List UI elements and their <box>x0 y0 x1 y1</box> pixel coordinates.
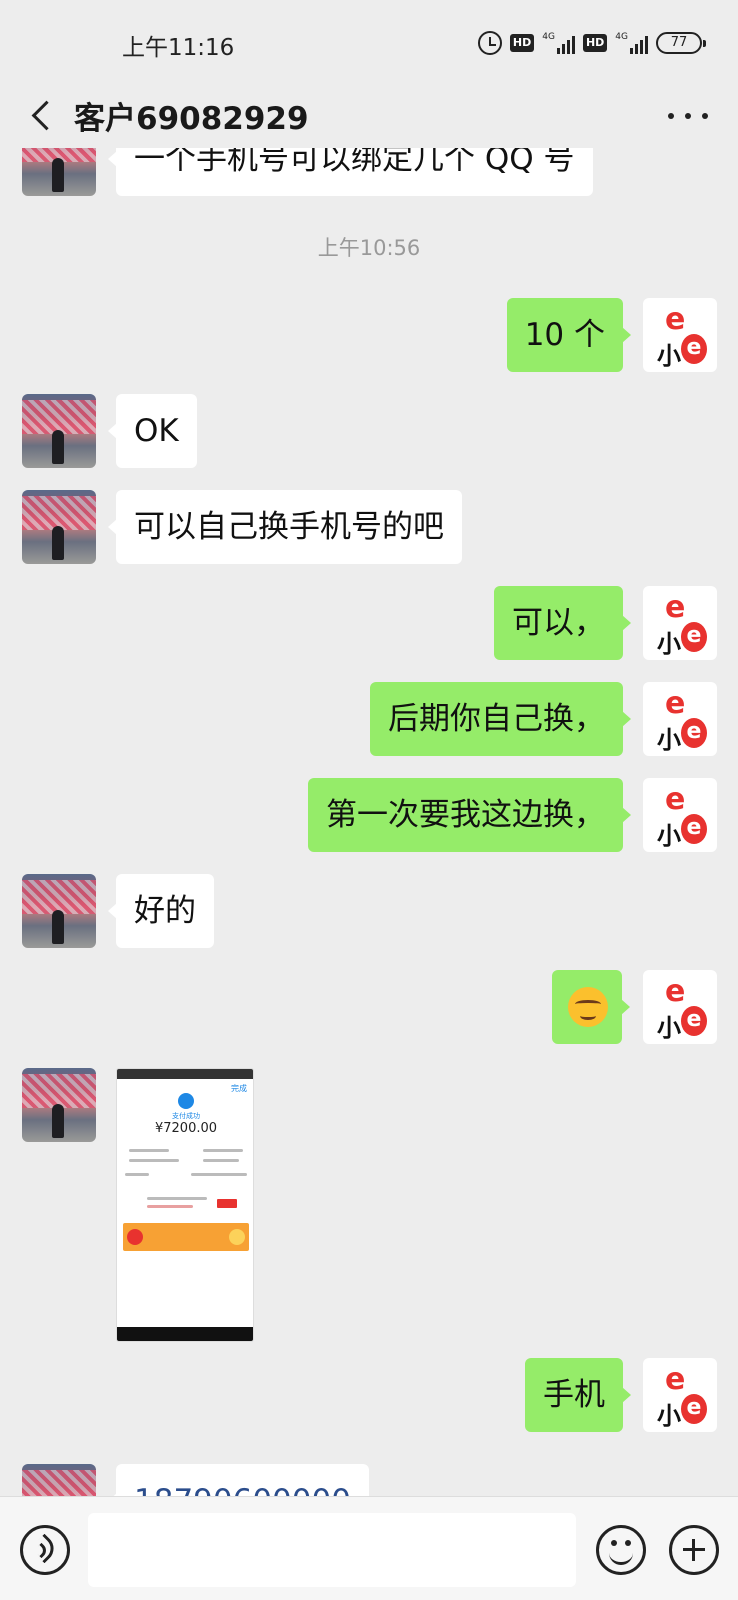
screenshot-status-text: 支付成功 <box>172 1112 200 1120</box>
self-avatar[interactable]: e 小 e <box>643 778 717 852</box>
self-avatar[interactable]: e 小 e <box>643 298 717 372</box>
hd-icon-2: HD <box>582 34 608 52</box>
message-list[interactable]: 一个手机号可以绑定几个 QQ 号 上午10:56 10 个 e 小 e OK 可… <box>0 148 738 1496</box>
screenshot-text-line <box>129 1149 169 1152</box>
contact-avatar[interactable] <box>22 1464 96 1496</box>
message-bubble-outgoing-emoji[interactable] <box>552 970 630 1044</box>
logo-letter-e-circle: e <box>681 1006 707 1036</box>
alipay-icon <box>178 1093 194 1109</box>
hd-icon: HD <box>509 34 535 52</box>
message-bubble-incoming[interactable]: 一个手机号可以绑定几个 QQ 号 <box>108 148 593 196</box>
screenshot-text-line <box>147 1205 193 1208</box>
contact-avatar[interactable] <box>22 1068 96 1142</box>
message-bubble-outgoing[interactable]: 手机 <box>525 1358 631 1432</box>
contact-avatar[interactable] <box>22 874 96 948</box>
contact-avatar[interactable] <box>22 394 96 468</box>
voice-input-icon[interactable] <box>20 1525 70 1575</box>
signal-icon-2: 4G <box>615 32 648 54</box>
logo-letter-e: e <box>665 686 686 721</box>
back-arrow-icon[interactable] <box>24 96 64 136</box>
logo-letter-e-circle: e <box>681 814 707 844</box>
contact-avatar[interactable] <box>22 148 96 196</box>
logo-letter-e-circle: e <box>681 718 707 748</box>
screenshot-red-button <box>217 1199 237 1208</box>
smirk-emoji-icon <box>568 987 608 1027</box>
screenshot-text-line <box>203 1159 239 1162</box>
logo-letter-e: e <box>665 782 686 817</box>
message-bubble-incoming[interactable]: 18790600000 <box>108 1464 369 1496</box>
screenshot-text-line <box>129 1159 179 1162</box>
alarm-icon <box>477 31 502 55</box>
message-timestamp: 上午10:56 <box>317 236 421 260</box>
screenshot-status-bar <box>117 1069 253 1079</box>
screenshot-banner <box>123 1223 249 1251</box>
network-type-label: 4G <box>542 32 555 42</box>
payment-amount: ¥7200.00 <box>154 1121 218 1136</box>
more-options-icon[interactable] <box>668 103 708 129</box>
screenshot-nav-bar <box>117 1327 253 1341</box>
message-input[interactable] <box>88 1513 576 1587</box>
logo-character: 小 <box>657 1402 681 1430</box>
emoji-picker-icon[interactable] <box>596 1525 646 1575</box>
signal-icon: 4G <box>542 32 575 54</box>
self-avatar[interactable]: e 小 e <box>643 586 717 660</box>
screenshot-text-line <box>147 1197 207 1200</box>
logo-letter-e: e <box>665 1362 686 1397</box>
status-icons: HD 4G HD 4G 77 <box>477 28 706 58</box>
message-bubble-incoming[interactable]: 可以自己换手机号的吧 <box>108 490 462 564</box>
screenshot-text-line <box>191 1173 247 1176</box>
message-bubble-incoming[interactable]: OK <box>108 394 197 468</box>
contact-avatar[interactable] <box>22 490 96 564</box>
more-actions-plus-icon[interactable] <box>669 1525 719 1575</box>
message-bubble-outgoing[interactable]: 可以， <box>494 586 631 660</box>
message-bubble-outgoing[interactable]: 第一次要我这边换， <box>308 778 631 852</box>
status-bar: 上午11:16 HD 4G HD 4G 77 <box>0 0 738 84</box>
chat-title: 客户69082929 <box>74 101 309 137</box>
logo-letter-e-circle: e <box>681 334 707 364</box>
logo-character: 小 <box>657 1014 681 1042</box>
network-type-label-2: 4G <box>615 32 628 42</box>
status-time: 上午11:16 <box>122 35 235 61</box>
self-avatar[interactable]: e 小 e <box>643 970 717 1044</box>
message-bubble-outgoing[interactable]: 10 个 <box>506 298 632 372</box>
logo-letter-e: e <box>665 590 686 625</box>
logo-letter-e-circle: e <box>681 1394 707 1424</box>
logo-letter-e: e <box>665 974 686 1009</box>
input-bar <box>0 1496 738 1600</box>
logo-letter-e-circle: e <box>681 622 707 652</box>
battery-icon: 77 <box>656 32 706 54</box>
logo-letter-e: e <box>665 302 686 337</box>
self-avatar[interactable]: e 小 e <box>643 682 717 756</box>
logo-character: 小 <box>657 726 681 754</box>
logo-character: 小 <box>657 342 681 370</box>
screenshot-text-line <box>203 1149 243 1152</box>
screenshot-done-label: 完成 <box>231 1084 247 1093</box>
message-bubble-incoming[interactable]: 好的 <box>108 874 214 948</box>
self-avatar[interactable]: e 小 e <box>643 1358 717 1432</box>
chat-header: 客户69082929 <box>0 84 738 148</box>
logo-character: 小 <box>657 630 681 658</box>
logo-character: 小 <box>657 822 681 850</box>
message-bubble-outgoing[interactable]: 后期你自己换， <box>370 682 631 756</box>
payment-screenshot-image[interactable]: 完成 支付成功 ¥7200.00 <box>116 1068 254 1342</box>
screenshot-text-line <box>125 1173 149 1176</box>
